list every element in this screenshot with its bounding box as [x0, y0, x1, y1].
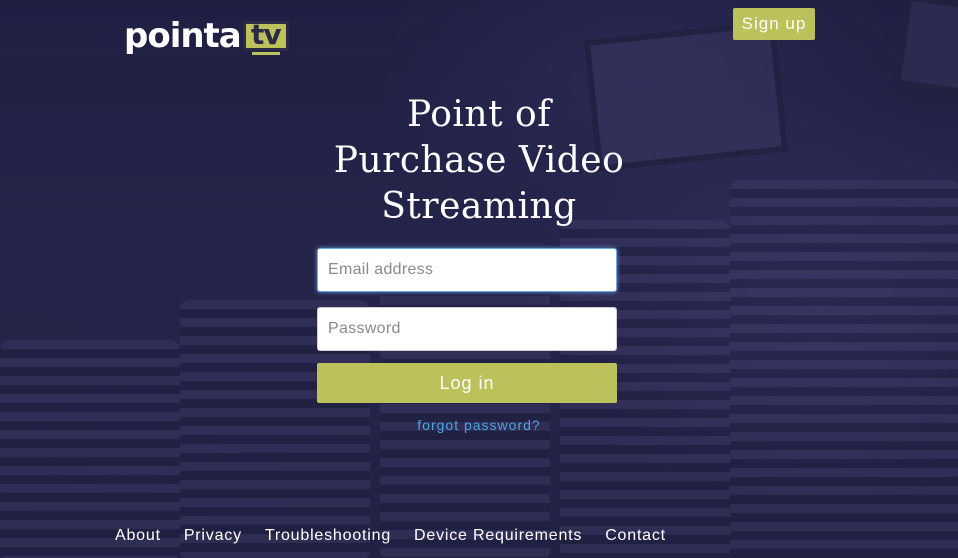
footer-link-troubleshooting[interactable]: Troubleshooting: [265, 527, 391, 545]
logo-wordmark: pointa: [124, 16, 242, 56]
logo-tv-text: tv: [250, 18, 282, 51]
page-title: Point of Purchase Video Streaming: [0, 92, 958, 230]
footer-link-privacy[interactable]: Privacy: [184, 527, 242, 545]
login-button[interactable]: Log in: [317, 363, 617, 403]
footer-nav: About Privacy Troubleshooting Device Req…: [115, 527, 666, 545]
footer-link-about[interactable]: About: [115, 527, 161, 545]
footer-link-contact[interactable]: Contact: [605, 527, 666, 545]
tv-icon: tv: [242, 18, 289, 55]
password-field[interactable]: [317, 307, 617, 351]
pointatv-logo[interactable]: pointa tv: [124, 12, 289, 56]
forgot-password-link[interactable]: forgot password?: [0, 417, 958, 433]
title-line: Purchase Video: [333, 140, 625, 181]
signup-button[interactable]: Sign up: [733, 8, 815, 40]
email-field[interactable]: [317, 248, 617, 292]
title-line: Point of: [406, 94, 552, 135]
title-line: Streaming: [381, 186, 577, 227]
footer-link-device-requirements[interactable]: Device Requirements: [414, 527, 582, 545]
